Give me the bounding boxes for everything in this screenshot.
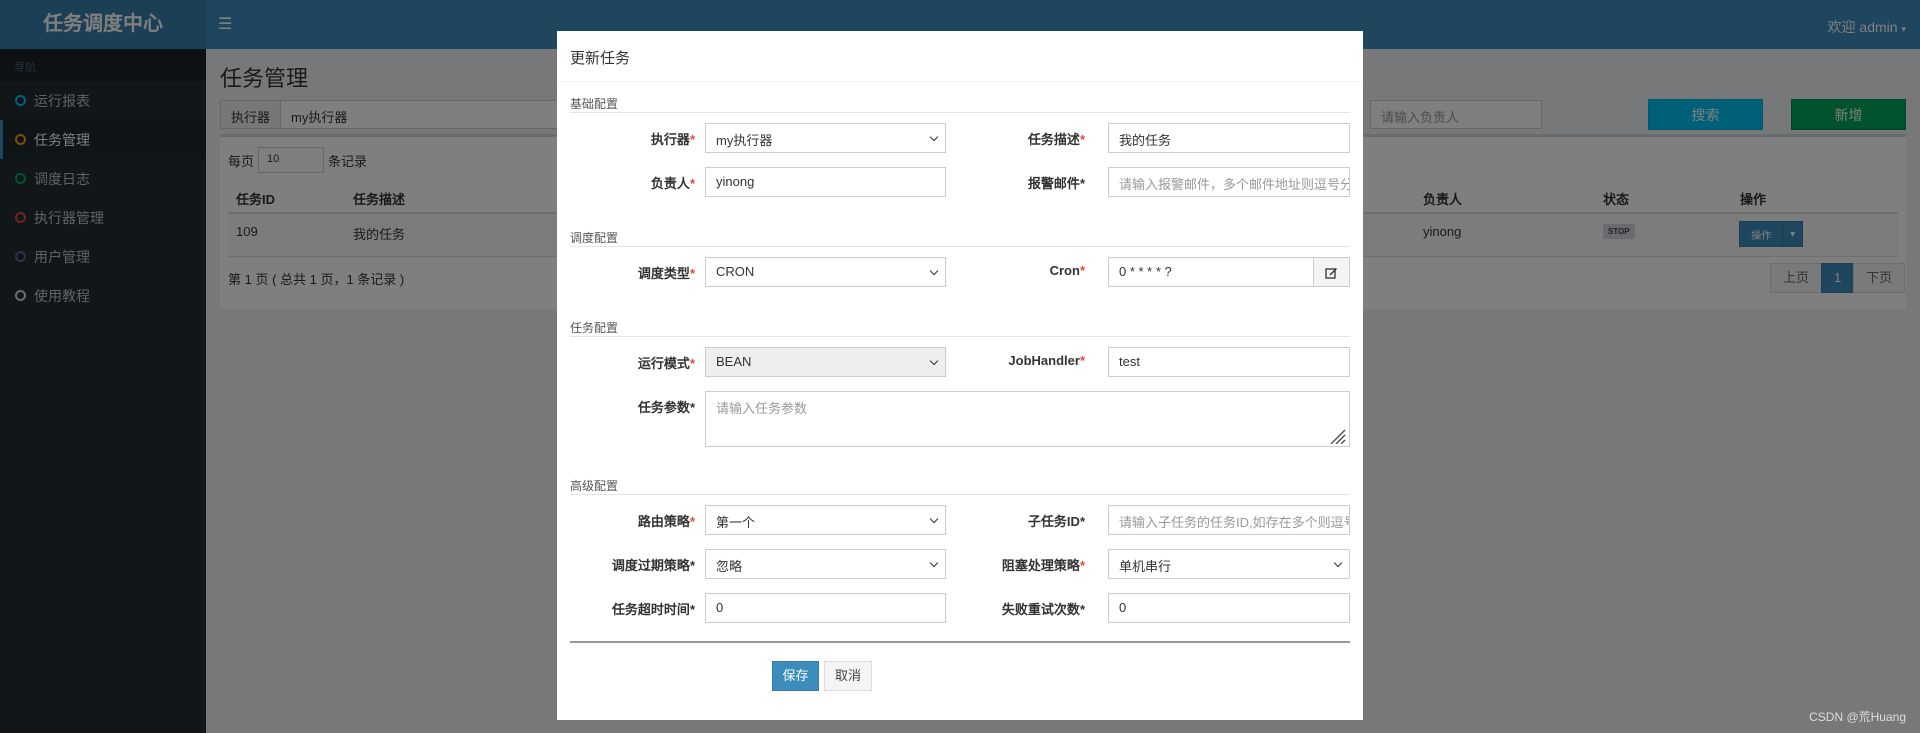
child-job-id-label: 子任务ID* — [1027, 514, 1085, 529]
watermark: CSDN @荒Huang — [1809, 710, 1906, 724]
owner-input[interactable]: yinong — [705, 167, 946, 197]
timeout-label: 任务超时时间* — [611, 602, 695, 617]
cron-edit-button[interactable] — [1313, 257, 1350, 287]
update-job-modal: 更新任务 基础配置 执行器* my执行器 任务描述* 我的任务 负责人* yin… — [557, 31, 1363, 720]
run-mode-label: 运行模式* — [637, 356, 695, 371]
route-strategy-select[interactable]: 第一个 — [705, 505, 946, 535]
fail-retry-input[interactable]: 0 — [1108, 593, 1350, 623]
cron-label: Cron* — [1049, 263, 1085, 278]
block-strategy-select[interactable]: 单机串行 — [1108, 549, 1350, 579]
section-basic: 基础配置 — [570, 97, 619, 111]
fail-retry-label: 失败重试次数* — [1001, 602, 1085, 617]
schedule-type-label: 调度类型* — [637, 266, 695, 281]
section-advanced: 高级配置 — [570, 479, 619, 493]
cron-input[interactable]: 0 * * * * ? — [1108, 257, 1314, 287]
misfire-strategy-select[interactable]: 忽略 — [705, 549, 946, 579]
job-param-label: 任务参数* — [637, 400, 695, 415]
job-desc-input[interactable]: 我的任务 — [1108, 123, 1350, 153]
divider — [570, 112, 1350, 113]
divider — [570, 641, 1350, 643]
divider — [570, 246, 1350, 247]
edit-icon — [1325, 267, 1337, 279]
alarm-email-input[interactable]: 请输入报警邮件，多个邮件地址则逗号分隔 — [1108, 167, 1350, 197]
timeout-input[interactable]: 0 — [705, 593, 946, 623]
modal-title: 更新任务 — [570, 50, 631, 67]
job-handler-input[interactable]: test — [1108, 347, 1350, 377]
executor-select[interactable]: my执行器 — [705, 123, 946, 153]
save-button[interactable]: 保存 — [772, 661, 819, 691]
block-strategy-label: 阻塞处理策略* — [1001, 558, 1085, 573]
owner-label: 负责人* — [650, 176, 695, 191]
child-job-id-input[interactable]: 请输入子任务的任务ID,如存在多个则逗号分隔 — [1108, 505, 1350, 535]
divider — [570, 336, 1350, 337]
schedule-type-select[interactable]: CRON — [705, 257, 946, 287]
alarm-email-label: 报警邮件* — [1027, 176, 1085, 191]
job-desc-label: 任务描述* — [1027, 132, 1085, 147]
cancel-button[interactable]: 取消 — [824, 661, 872, 691]
job-handler-label: JobHandler* — [1008, 353, 1085, 368]
misfire-strategy-label: 调度过期策略* — [611, 558, 695, 573]
route-strategy-label: 路由策略* — [637, 514, 695, 529]
executor-label: 执行器* — [650, 132, 695, 147]
job-param-textarea[interactable]: 请输入任务参数 — [705, 391, 1350, 447]
section-job: 任务配置 — [570, 321, 619, 335]
divider — [570, 494, 1350, 495]
run-mode-select[interactable]: BEAN — [705, 347, 946, 377]
resize-handle-icon[interactable] — [1327, 426, 1347, 444]
section-schedule: 调度配置 — [570, 231, 619, 245]
divider — [557, 81, 1363, 82]
